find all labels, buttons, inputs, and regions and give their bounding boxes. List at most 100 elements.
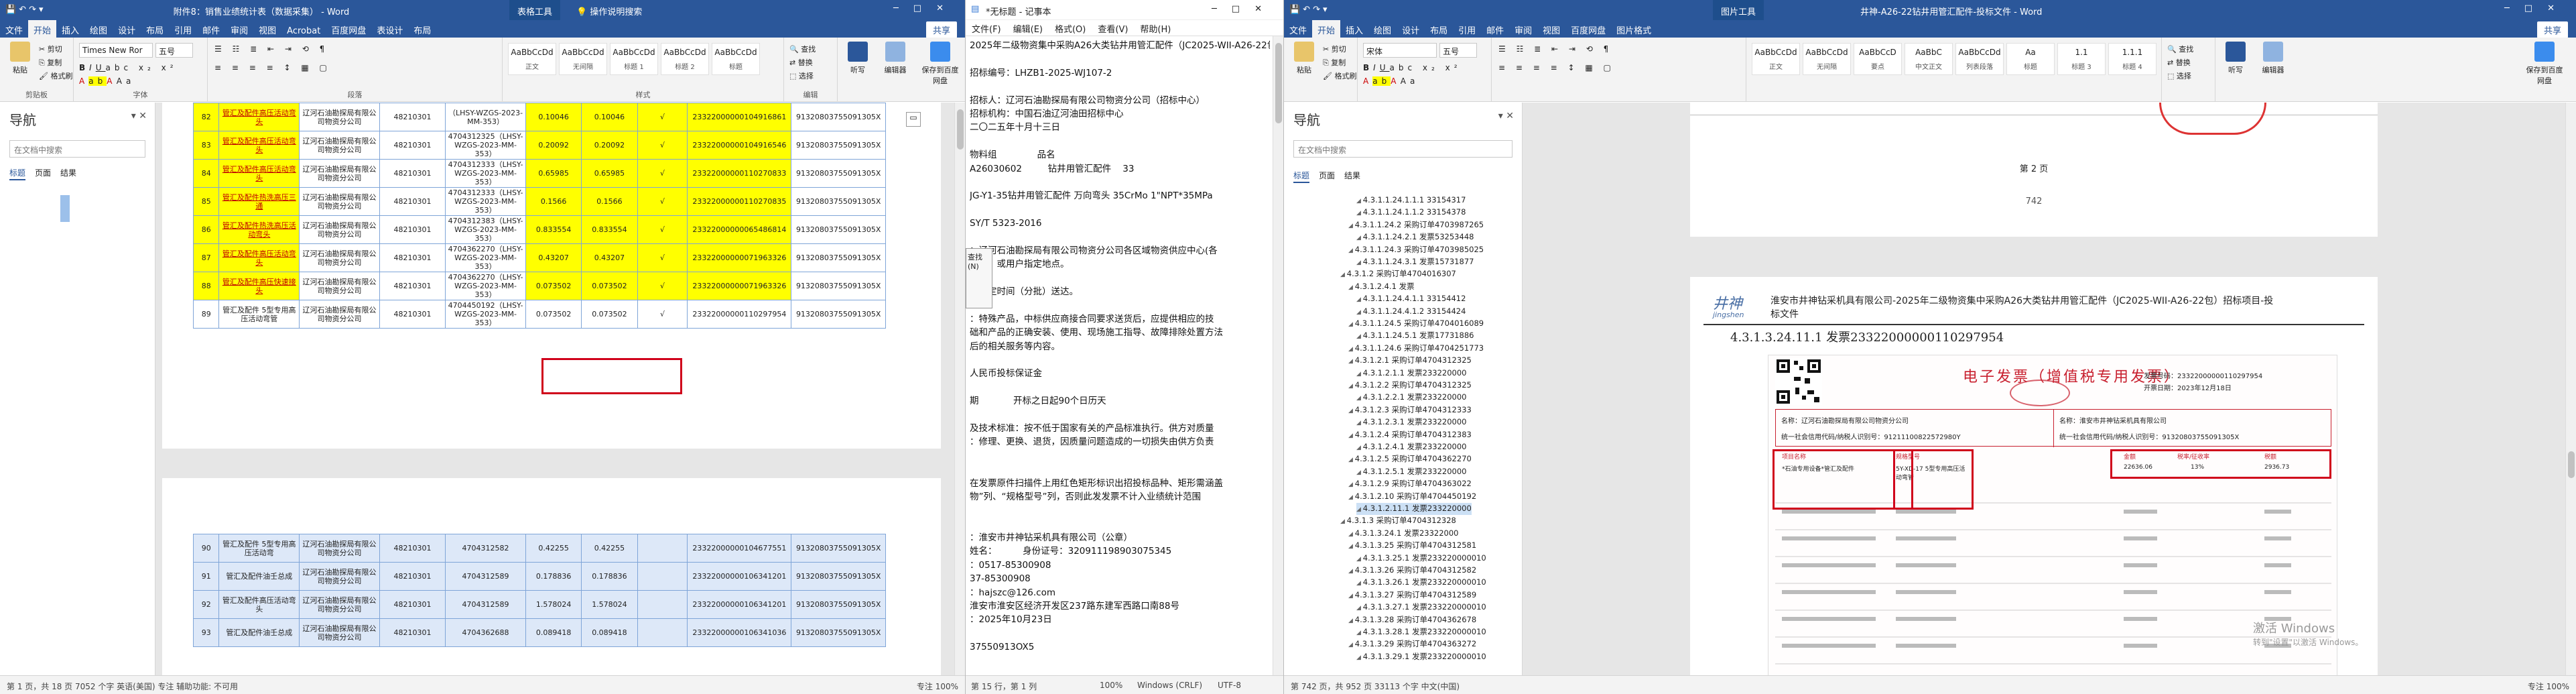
tell-me-search[interactable]: 💡 操作说明搜索 xyxy=(576,5,642,17)
nav-tab-headings[interactable]: 标题 xyxy=(9,168,26,180)
font-color-buttons-right[interactable]: AabAAa xyxy=(1363,76,1419,86)
tab-baidu[interactable]: 百度网盘 xyxy=(326,20,371,40)
expand-arrow-icon[interactable]: ◢ xyxy=(1356,605,1363,612)
list-buttons[interactable]: ☰ ☷ ≣ ⇤ ⇥ ⟲ ¶ xyxy=(214,44,328,54)
outline-item[interactable]: ◢ 4.3.1.3.27.1 发票233220000010 xyxy=(1356,601,1486,614)
style-gallery-item[interactable]: AaBbCcDd 列表段落 xyxy=(1955,43,2004,75)
page-thumbnail[interactable] xyxy=(60,195,70,222)
outline-item[interactable]: ◢ 4.3.1.3.28 采购订单4704362678 xyxy=(1348,614,1476,626)
dictation-button[interactable]: 听写 xyxy=(840,42,875,75)
expand-arrow-icon[interactable]: ◢ xyxy=(1348,568,1355,575)
editor-button[interactable]: 编辑器 xyxy=(878,42,913,75)
outline-item[interactable]: ◢ 4.3.1.2.5.1 发票233220000 xyxy=(1356,466,1466,478)
expand-arrow-icon[interactable]: ◢ xyxy=(1356,506,1363,513)
share-button-right[interactable]: 共享 xyxy=(2536,21,2568,38)
expand-arrow-icon[interactable]: ◢ xyxy=(1356,556,1363,563)
nav-search-input-right[interactable]: 在文档中搜索 xyxy=(1293,140,1512,158)
find-button[interactable]: 🔍 查找 xyxy=(789,43,816,56)
outline-item[interactable]: ◢ 4.3.1.2.2 采购订单4704312325 xyxy=(1348,380,1472,392)
cut-button[interactable]: ✂ 剪切 xyxy=(39,43,72,56)
expand-arrow-icon[interactable]: ◢ xyxy=(1340,518,1347,525)
expand-arrow-icon[interactable]: ◢ xyxy=(1356,210,1363,217)
font-format-buttons-right[interactable]: BIUabc x₂ x² xyxy=(1363,63,1462,72)
menu-format[interactable]: 格式(O) xyxy=(1049,20,1092,37)
quick-access-icons-right[interactable]: 💾↶↷▾ xyxy=(1289,5,1330,15)
outline-item[interactable]: ◢ 4.3.1.3.26 采购订单4704312582 xyxy=(1348,565,1476,577)
expand-arrow-icon[interactable]: ◢ xyxy=(1348,358,1355,365)
menu-edit[interactable]: 编辑(E) xyxy=(1007,20,1049,37)
save-baidu-button[interactable]: 保存到百度网盘 xyxy=(919,42,961,86)
outline-item[interactable]: ◢ 4.3.1.1.24.4.1.2 33154424 xyxy=(1356,306,1466,318)
tab-draw-right[interactable]: 绘图 xyxy=(1368,20,1397,40)
tab-mailings-right[interactable]: 邮件 xyxy=(1481,20,1509,40)
tab-home[interactable]: 开始 xyxy=(28,20,57,40)
scroll-thumb[interactable] xyxy=(957,109,964,150)
layout-options-icon[interactable]: ▭ xyxy=(906,112,921,127)
style-heading2[interactable]: AaBbCcDd 标题 2 xyxy=(661,43,709,75)
outline-item[interactable]: ◢ 4.3.1.1.24.3.1 发票15731877 xyxy=(1356,256,1474,268)
style-title[interactable]: AaBbCcDd 标题 xyxy=(712,43,760,75)
tab-table-design[interactable]: 表设计 xyxy=(371,20,408,40)
nav-tab-headings[interactable]: 标题 xyxy=(1293,171,1310,183)
outline-item[interactable]: ◢ 4.3.1.1.24.1.1.2 33154378 xyxy=(1356,207,1466,219)
expand-arrow-icon[interactable]: ◢ xyxy=(1348,494,1355,501)
find-button-right[interactable]: 🔍 查找 xyxy=(2167,43,2193,56)
outline-item[interactable]: ◢ 4.3.1.2.10 采购订单4704450192 xyxy=(1348,491,1476,503)
expand-arrow-icon[interactable]: ◢ xyxy=(1348,408,1355,414)
outline-item[interactable]: ◢ 4.3.1.3.27 采购订单4704312589 xyxy=(1348,589,1476,601)
expand-arrow-icon[interactable]: ◢ xyxy=(1356,580,1363,587)
select-button-right[interactable]: ⬚ 选择 xyxy=(2167,70,2193,83)
outline-item[interactable]: ◢ 4.3.1.1.24.4.1.1 33154412 xyxy=(1356,293,1466,305)
expand-arrow-icon[interactable]: ◢ xyxy=(1356,395,1363,402)
font-size-box-right[interactable]: 五号 xyxy=(1439,43,1477,58)
outline-item[interactable]: ◢ 4.3.1.2.4.1 发票 xyxy=(1348,281,1415,293)
expand-arrow-icon[interactable]: ◢ xyxy=(1348,642,1355,648)
outline-item[interactable]: ◢ 4.3.1.3 采购订单4704312328 xyxy=(1340,515,1456,527)
expand-arrow-icon[interactable]: ◢ xyxy=(1348,383,1355,390)
align-buttons[interactable]: ≡ ≡ ≡ ≡ ↕ ▦ ▢ xyxy=(214,63,331,72)
outline-item[interactable]: ◢ 4.3.1.2.4.1 发票233220000 xyxy=(1356,441,1466,453)
outline-item[interactable]: ◢ 4.3.1.2.2.1 发票233220000 xyxy=(1356,392,1466,404)
find-dialog-fragment[interactable]: 查找(N) xyxy=(966,248,992,308)
replace-button-right[interactable]: ⇄ 替换 xyxy=(2167,56,2193,70)
style-gallery-item[interactable]: Aa 标题 xyxy=(2006,43,2055,75)
expand-arrow-icon[interactable]: ◢ xyxy=(1348,247,1355,254)
style-gallery-item[interactable]: 1.1.1 标题 4 xyxy=(2108,43,2156,75)
outline-item[interactable]: ◢ 4.3.1.2.3 采购订单4704312333 xyxy=(1348,404,1472,416)
close-icon[interactable]: ▾ ✕ xyxy=(131,111,147,121)
tab-layout-right[interactable]: 布局 xyxy=(1425,20,1453,40)
invoice-image[interactable]: 电子发票（增值税专用发票） 发票号码：23322000000110297954 … xyxy=(1768,355,2337,677)
save-baidu-button-right[interactable]: 保存到百度网盘 xyxy=(2524,42,2565,86)
style-gallery-item[interactable]: AaBbC 中文正文 xyxy=(1905,43,1953,75)
expand-arrow-icon[interactable]: ◢ xyxy=(1356,296,1363,303)
tab-review-right[interactable]: 审阅 xyxy=(1509,20,1537,40)
expand-arrow-icon[interactable]: ◢ xyxy=(1348,543,1355,550)
paste-button[interactable]: 粘贴 xyxy=(3,42,38,75)
copy-button[interactable]: ⎘ 复制 xyxy=(39,56,72,70)
outline-item[interactable]: ◢ 4.3.1.1.24.5.1 发票17731886 xyxy=(1356,330,1474,342)
format-painter-button-right[interactable]: 🖌 格式刷 xyxy=(1323,70,1356,83)
tab-home-right[interactable]: 开始 xyxy=(1312,20,1341,40)
expand-arrow-icon[interactable]: ◢ xyxy=(1356,309,1363,316)
outline-item[interactable]: ◢ 4.3.1.1.24.3 采购订单4703985025 xyxy=(1348,244,1484,256)
expand-arrow-icon[interactable]: ◢ xyxy=(1356,654,1363,661)
status-right[interactable]: 专注 100% xyxy=(917,681,958,692)
font-size-box[interactable]: 五号 xyxy=(155,43,193,58)
tab-review[interactable]: 审阅 xyxy=(225,20,253,40)
nav-tab-results[interactable]: 结果 xyxy=(1344,171,1360,180)
close-icon[interactable]: ▾ ✕ xyxy=(1498,111,1514,121)
expand-arrow-icon[interactable]: ◢ xyxy=(1356,445,1363,451)
paste-button-right[interactable]: 粘贴 xyxy=(1287,42,1322,75)
outline-item[interactable]: ◢ 4.3.1.1.24.6 采购订单4704251773 xyxy=(1348,343,1484,355)
scroll-thumb-right[interactable] xyxy=(2568,451,2575,478)
outline-item[interactable]: ◢ 4.3.1.1.24.2 采购订单4703987265 xyxy=(1348,219,1484,231)
style-gallery-item[interactable]: AaBbCcD 要点 xyxy=(1854,43,1902,75)
share-button[interactable]: 共享 xyxy=(925,21,957,38)
outline-item[interactable]: ◢ 4.3.1.1.24.2.1 发票53253448 xyxy=(1356,231,1474,243)
expand-arrow-icon[interactable]: ◢ xyxy=(1348,432,1355,439)
notepad-scroll-thumb[interactable] xyxy=(1275,43,1282,123)
tab-file-right[interactable]: 文件 xyxy=(1284,20,1312,40)
notepad-text-area[interactable]: 2025年二级物资集中采购A26大类钻井用管汇配件（JC2025-WII-A26… xyxy=(970,39,1270,654)
outline-item[interactable]: ◢ 4.3.1.3.29 采购订单4704363272 xyxy=(1348,638,1476,650)
editor-button-right[interactable]: 编辑器 xyxy=(2256,42,2291,75)
